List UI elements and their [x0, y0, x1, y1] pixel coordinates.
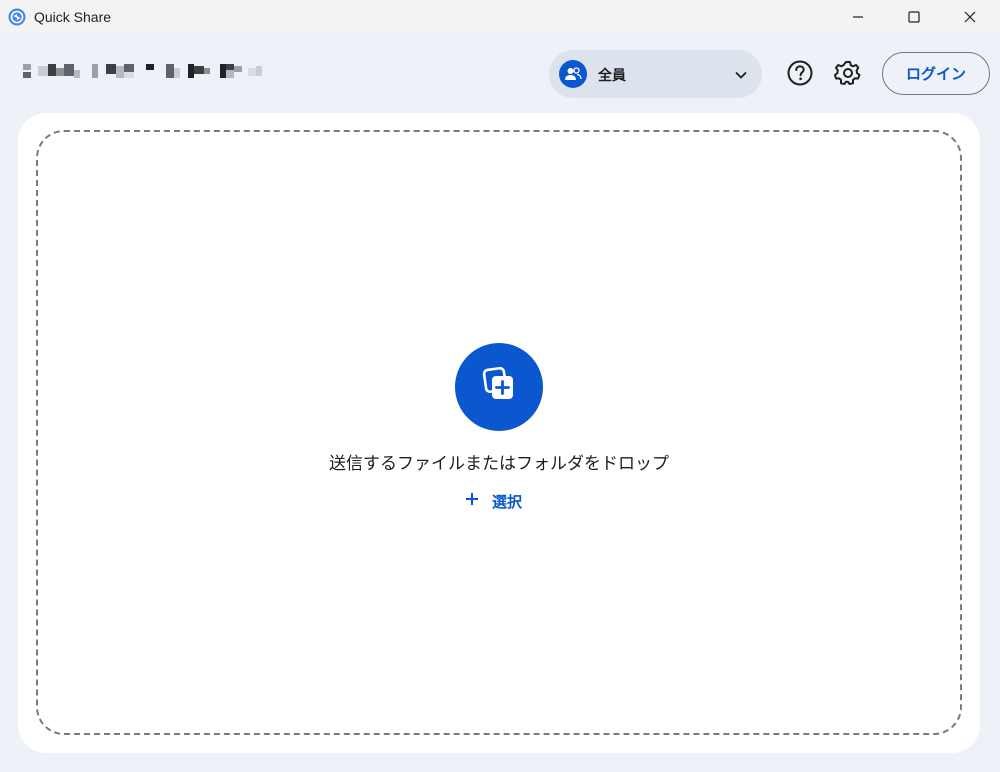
select-label: 選択: [492, 492, 523, 511]
people-icon: [559, 60, 587, 88]
quick-share-icon: [8, 8, 26, 26]
visibility-dropdown[interactable]: 全員: [549, 50, 762, 98]
maximize-button[interactable]: [886, 0, 942, 34]
add-files-icon: [477, 363, 521, 411]
close-button[interactable]: [942, 0, 998, 34]
send-card: 送信するファイルまたはフォルダをドロップ 選択: [18, 113, 980, 753]
title-bar[interactable]: Quick Share: [0, 0, 1000, 34]
visibility-label: 全員: [598, 68, 626, 84]
close-icon: [964, 8, 976, 27]
drop-instruction: 送信するファイルまたはフォルダをドロップ: [329, 454, 669, 474]
window-title: Quick Share: [34, 9, 112, 25]
help-button[interactable]: [786, 59, 814, 87]
quick-share-window: Quick Share 全員 ログイン 送信するファイルまたはフォルダをドロップ…: [0, 0, 1000, 772]
minimize-button[interactable]: [830, 0, 886, 34]
settings-button[interactable]: [834, 59, 862, 87]
drop-zone[interactable]: [36, 130, 962, 735]
minimize-icon: [852, 8, 864, 27]
device-name-redacted: [20, 60, 270, 84]
help-circle-icon: [786, 60, 814, 91]
maximize-icon: [908, 8, 920, 27]
chevron-down-icon: [734, 67, 748, 86]
select-files-button[interactable]: 選択: [464, 488, 522, 514]
login-button[interactable]: ログイン: [882, 52, 990, 95]
plus-icon: [464, 491, 480, 511]
gear-icon: [834, 61, 862, 91]
add-files-button[interactable]: [455, 343, 543, 431]
